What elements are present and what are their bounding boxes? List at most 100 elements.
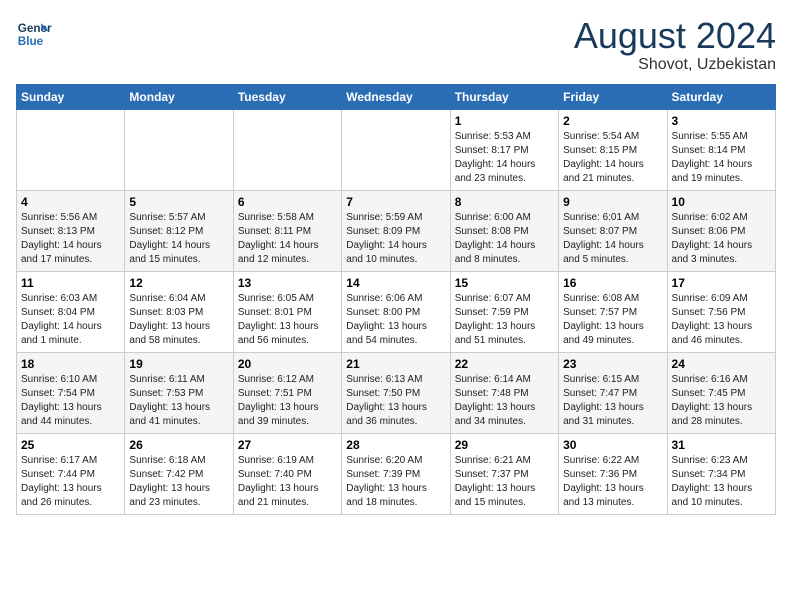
day-number: 2 <box>563 114 662 128</box>
calendar-cell: 4Sunrise: 5:56 AM Sunset: 8:13 PM Daylig… <box>17 190 125 271</box>
day-number: 4 <box>21 195 120 209</box>
day-info: Sunrise: 5:57 AM Sunset: 8:12 PM Dayligh… <box>129 211 228 267</box>
day-number: 9 <box>563 195 662 209</box>
logo: General Blue <box>16 16 56 52</box>
calendar-cell: 17 Sunrise: 6:09 AM Sunset: 7:56 PM Dayli… <box>667 271 775 352</box>
calendar-cell: 6 Sunrise: 5:58 AM Sunset: 8:11 PM Daylig… <box>233 190 341 271</box>
day-info: Sunrise: 6:15 AM Sunset: 7:47 PM Dayligh… <box>563 373 662 429</box>
day-info: Sunrise: 6:10 AM Sunset: 7:54 PM Dayligh… <box>21 373 120 429</box>
day-info: Sunrise: 6:09 AM Sunset: 7:56 PM Dayligh… <box>672 292 771 348</box>
day-number: 22 <box>455 357 554 371</box>
day-number: 7 <box>346 195 445 209</box>
day-number: 26 <box>129 438 228 452</box>
day-number: 14 <box>346 276 445 290</box>
calendar-cell: 15 Sunrise: 6:07 AM Sunset: 7:59 PM Dayli… <box>450 271 558 352</box>
calendar-week-row: 25Sunrise: 6:17 AM Sunset: 7:44 PM Dayli… <box>17 433 776 514</box>
day-number: 18 <box>21 357 120 371</box>
day-number: 30 <box>563 438 662 452</box>
day-number: 8 <box>455 195 554 209</box>
svg-text:Blue: Blue <box>18 35 44 48</box>
day-info: Sunrise: 5:58 AM Sunset: 8:11 PM Dayligh… <box>238 211 337 267</box>
weekday-header-row: SundayMondayTuesdayWednesdayThursdayFrid… <box>17 84 776 109</box>
day-info: Sunrise: 6:11 AM Sunset: 7:53 PM Dayligh… <box>129 373 228 429</box>
day-number: 1 <box>455 114 554 128</box>
calendar-cell: 21Sunrise: 6:13 AM Sunset: 7:50 PM Dayli… <box>342 352 450 433</box>
day-info: Sunrise: 6:23 AM Sunset: 7:34 PM Dayligh… <box>672 454 771 510</box>
logo-icon: General Blue <box>16 16 52 52</box>
calendar-cell: 11Sunrise: 6:03 AM Sunset: 8:04 PM Dayli… <box>17 271 125 352</box>
weekday-header-cell: Saturday <box>667 84 775 109</box>
calendar-cell: 5 Sunrise: 5:57 AM Sunset: 8:12 PM Daylig… <box>125 190 233 271</box>
calendar-cell: 30Sunrise: 6:22 AM Sunset: 7:36 PM Dayli… <box>559 433 667 514</box>
day-info: Sunrise: 6:08 AM Sunset: 7:57 PM Dayligh… <box>563 292 662 348</box>
day-info: Sunrise: 6:06 AM Sunset: 8:00 PM Dayligh… <box>346 292 445 348</box>
weekday-header-cell: Thursday <box>450 84 558 109</box>
day-info: Sunrise: 6:20 AM Sunset: 7:39 PM Dayligh… <box>346 454 445 510</box>
calendar-cell <box>342 109 450 190</box>
calendar-cell <box>17 109 125 190</box>
weekday-header-cell: Sunday <box>17 84 125 109</box>
calendar-cell <box>125 109 233 190</box>
day-info: Sunrise: 6:07 AM Sunset: 7:59 PM Dayligh… <box>455 292 554 348</box>
day-info: Sunrise: 6:16 AM Sunset: 7:45 PM Dayligh… <box>672 373 771 429</box>
calendar-table: SundayMondayTuesdayWednesdayThursdayFrid… <box>16 84 776 515</box>
page-header: General Blue August 2024 Shovot, Uzbekis… <box>16 16 776 74</box>
day-number: 28 <box>346 438 445 452</box>
day-info: Sunrise: 6:17 AM Sunset: 7:44 PM Dayligh… <box>21 454 120 510</box>
calendar-cell: 2 Sunrise: 5:54 AM Sunset: 8:15 PM Daylig… <box>559 109 667 190</box>
day-number: 23 <box>563 357 662 371</box>
day-number: 5 <box>129 195 228 209</box>
calendar-cell: 3Sunrise: 5:55 AM Sunset: 8:14 PM Daylig… <box>667 109 775 190</box>
day-number: 15 <box>455 276 554 290</box>
calendar-cell: 12 Sunrise: 6:04 AM Sunset: 8:03 PM Dayli… <box>125 271 233 352</box>
calendar-cell: 22 Sunrise: 6:14 AM Sunset: 7:48 PM Dayli… <box>450 352 558 433</box>
calendar-cell: 8 Sunrise: 6:00 AM Sunset: 8:08 PM Daylig… <box>450 190 558 271</box>
calendar-cell: 7Sunrise: 5:59 AM Sunset: 8:09 PM Daylig… <box>342 190 450 271</box>
day-info: Sunrise: 6:12 AM Sunset: 7:51 PM Dayligh… <box>238 373 337 429</box>
calendar-week-row: 4Sunrise: 5:56 AM Sunset: 8:13 PM Daylig… <box>17 190 776 271</box>
calendar-cell: 9 Sunrise: 6:01 AM Sunset: 8:07 PM Daylig… <box>559 190 667 271</box>
day-number: 12 <box>129 276 228 290</box>
main-title: August 2024 <box>574 16 776 56</box>
day-info: Sunrise: 6:05 AM Sunset: 8:01 PM Dayligh… <box>238 292 337 348</box>
calendar-week-row: 18 Sunrise: 6:10 AM Sunset: 7:54 PM Dayli… <box>17 352 776 433</box>
day-info: Sunrise: 6:04 AM Sunset: 8:03 PM Dayligh… <box>129 292 228 348</box>
day-info: Sunrise: 6:18 AM Sunset: 7:42 PM Dayligh… <box>129 454 228 510</box>
weekday-header-cell: Wednesday <box>342 84 450 109</box>
day-number: 6 <box>238 195 337 209</box>
day-info: Sunrise: 6:03 AM Sunset: 8:04 PM Dayligh… <box>21 292 120 348</box>
weekday-header-cell: Friday <box>559 84 667 109</box>
day-number: 17 <box>672 276 771 290</box>
title-block: August 2024 Shovot, Uzbekistan <box>574 16 776 74</box>
day-info: Sunrise: 5:55 AM Sunset: 8:14 PM Dayligh… <box>672 130 771 186</box>
day-number: 20 <box>238 357 337 371</box>
calendar-cell: 13Sunrise: 6:05 AM Sunset: 8:01 PM Dayli… <box>233 271 341 352</box>
day-number: 31 <box>672 438 771 452</box>
day-number: 10 <box>672 195 771 209</box>
day-number: 27 <box>238 438 337 452</box>
weekday-header-cell: Monday <box>125 84 233 109</box>
calendar-cell <box>233 109 341 190</box>
day-info: Sunrise: 6:14 AM Sunset: 7:48 PM Dayligh… <box>455 373 554 429</box>
calendar-cell: 20 Sunrise: 6:12 AM Sunset: 7:51 PM Dayli… <box>233 352 341 433</box>
weekday-header-cell: Tuesday <box>233 84 341 109</box>
calendar-cell: 25Sunrise: 6:17 AM Sunset: 7:44 PM Dayli… <box>17 433 125 514</box>
subtitle: Shovot, Uzbekistan <box>574 56 776 74</box>
day-info: Sunrise: 6:00 AM Sunset: 8:08 PM Dayligh… <box>455 211 554 267</box>
svg-text:General: General <box>18 22 52 35</box>
calendar-cell: 1Sunrise: 5:53 AM Sunset: 8:17 PM Daylig… <box>450 109 558 190</box>
calendar-cell: 18 Sunrise: 6:10 AM Sunset: 7:54 PM Dayli… <box>17 352 125 433</box>
calendar-cell: 27Sunrise: 6:19 AM Sunset: 7:40 PM Dayli… <box>233 433 341 514</box>
day-info: Sunrise: 6:01 AM Sunset: 8:07 PM Dayligh… <box>563 211 662 267</box>
day-info: Sunrise: 6:13 AM Sunset: 7:50 PM Dayligh… <box>346 373 445 429</box>
calendar-cell: 28 Sunrise: 6:20 AM Sunset: 7:39 PM Dayli… <box>342 433 450 514</box>
calendar-cell: 31 Sunrise: 6:23 AM Sunset: 7:34 PM Dayli… <box>667 433 775 514</box>
calendar-cell: 29Sunrise: 6:21 AM Sunset: 7:37 PM Dayli… <box>450 433 558 514</box>
day-number: 16 <box>563 276 662 290</box>
calendar-cell: 10 Sunrise: 6:02 AM Sunset: 8:06 PM Dayli… <box>667 190 775 271</box>
day-number: 19 <box>129 357 228 371</box>
calendar-cell: 24Sunrise: 6:16 AM Sunset: 7:45 PM Dayli… <box>667 352 775 433</box>
day-info: Sunrise: 6:02 AM Sunset: 8:06 PM Dayligh… <box>672 211 771 267</box>
calendar-week-row: 1Sunrise: 5:53 AM Sunset: 8:17 PM Daylig… <box>17 109 776 190</box>
day-info: Sunrise: 5:54 AM Sunset: 8:15 PM Dayligh… <box>563 130 662 186</box>
